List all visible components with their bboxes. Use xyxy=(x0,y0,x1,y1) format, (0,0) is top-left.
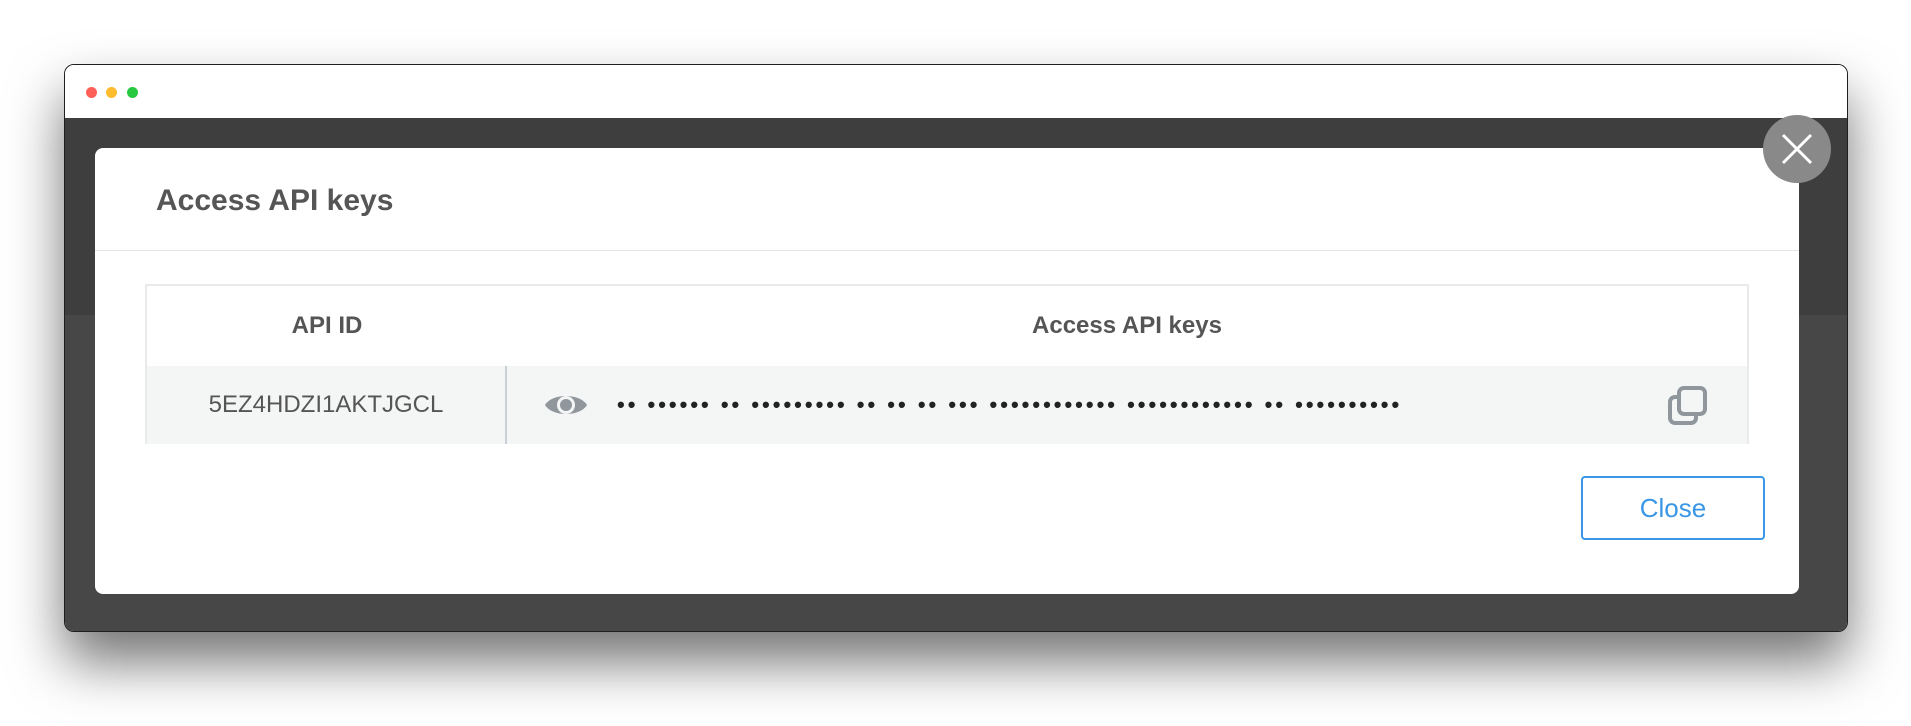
masked-access-key: •• •••••• •• ••••••••• •• •• •• ••• ••••… xyxy=(617,392,1403,417)
dialog-header: Access API keys xyxy=(95,148,1799,251)
close-button[interactable]: Close xyxy=(1581,476,1765,540)
api-keys-table: API ID Access API keys 5EZ4HDZI1AKTJGCL … xyxy=(145,284,1749,444)
modal-overlay: Access API keys API ID Access API keys 5… xyxy=(65,118,1847,631)
table-row: 5EZ4HDZI1AKTJGCL •• •••••• •• ••••••••• … xyxy=(147,366,1747,444)
dialog-title: Access API keys xyxy=(156,184,394,217)
column-header-api-id: API ID xyxy=(291,312,363,339)
window-zoom-dot[interactable] xyxy=(127,87,138,98)
api-id-value: 5EZ4HDZI1AKTJGCL xyxy=(147,366,507,444)
copy-icon[interactable] xyxy=(1667,385,1709,427)
window-close-dot[interactable] xyxy=(86,87,97,98)
window-minimize-dot[interactable] xyxy=(106,87,117,98)
eye-icon[interactable] xyxy=(543,388,589,422)
browser-window: Access API keys API ID Access API keys 5… xyxy=(64,64,1848,632)
column-header-access-keys: Access API keys xyxy=(1032,312,1222,339)
api-keys-dialog: Access API keys API ID Access API keys 5… xyxy=(95,148,1799,594)
window-titlebar xyxy=(65,65,1847,118)
close-icon[interactable] xyxy=(1763,115,1831,183)
